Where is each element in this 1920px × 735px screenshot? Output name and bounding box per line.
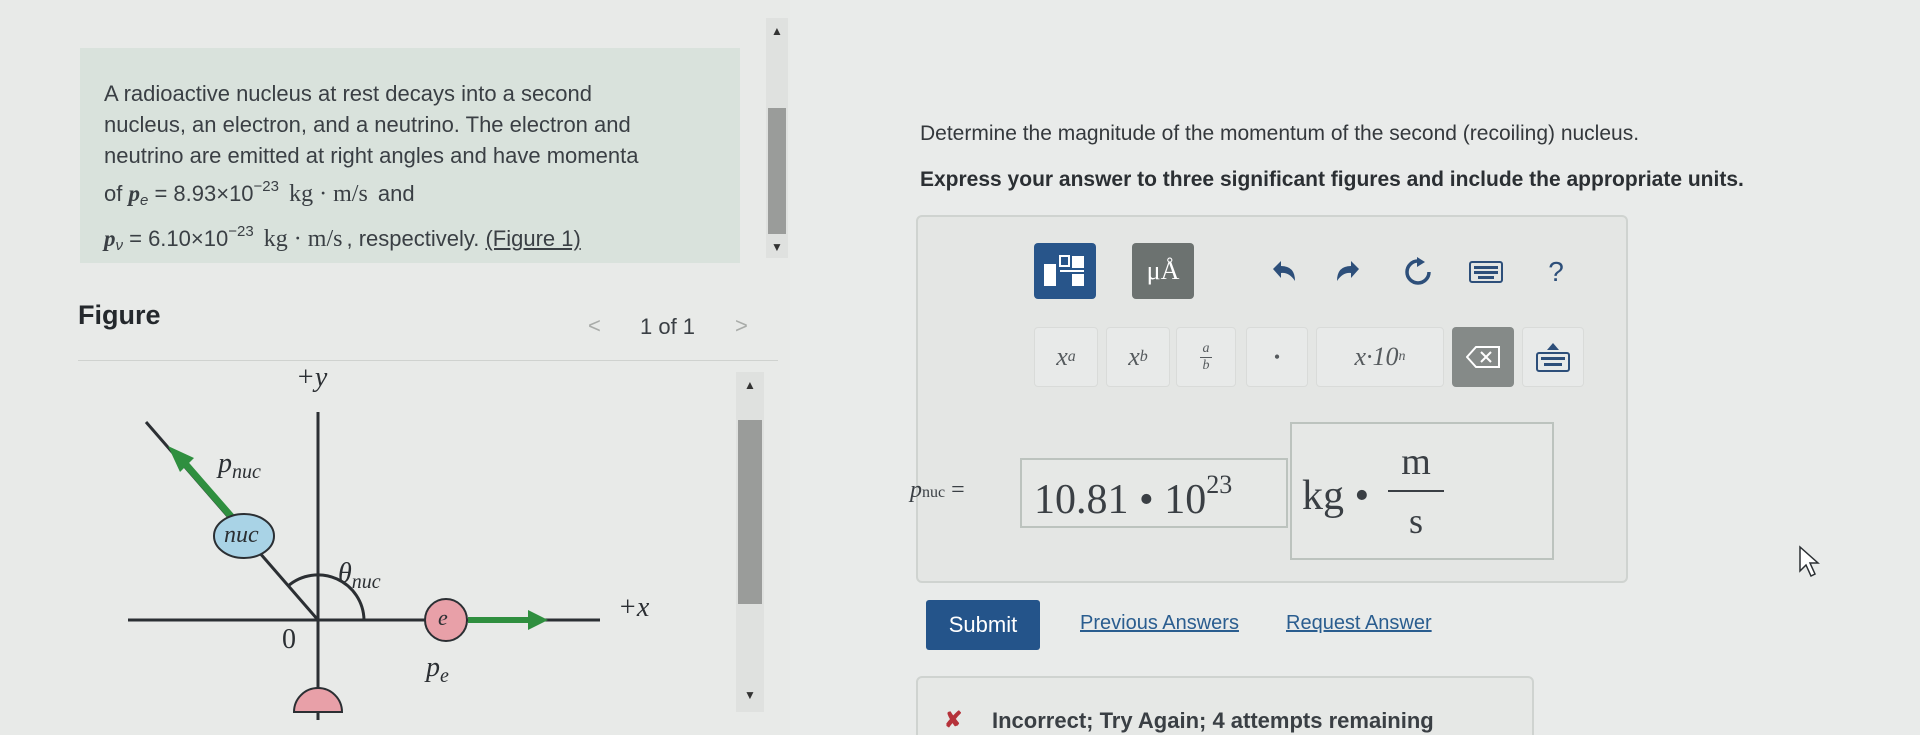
templates-icon	[1044, 255, 1084, 286]
figure-title: Figure	[78, 300, 161, 330]
theta-nuc-label: θnuc	[338, 558, 381, 593]
problem-line-3: neutrino are emitted at right angles and…	[104, 143, 639, 168]
undo-icon[interactable]	[1262, 250, 1306, 294]
help-button[interactable]: ?	[1534, 250, 1578, 294]
answer-variable-label: pnuc =	[910, 477, 965, 503]
plus-y-label: +y	[296, 362, 328, 393]
problem-line-2: nucleus, an electron, and a neutrino. Th…	[104, 112, 631, 137]
superscript-button[interactable]: xa	[1034, 327, 1098, 387]
keyboard-toggle-button[interactable]	[1522, 327, 1584, 387]
problem-scroll-thumb[interactable]	[768, 108, 786, 234]
request-answer-link[interactable]: Request Answer	[1286, 612, 1432, 635]
mouse-cursor-icon	[1799, 545, 1820, 578]
subscript-button[interactable]: xb	[1106, 327, 1170, 387]
scientific-notation-button[interactable]: x·10 n	[1316, 327, 1444, 387]
electron-label: e	[438, 605, 448, 630]
fraction-button[interactable]: ab	[1176, 327, 1236, 387]
origin-label: 0	[282, 624, 296, 655]
p-e-label: pe	[426, 652, 449, 687]
submit-button[interactable]: Submit	[926, 600, 1040, 650]
answer-instruction: Express your answer to three significant…	[920, 168, 1744, 191]
keyboard-toggle-icon	[1536, 343, 1570, 372]
answer-value-input[interactable]: 10.81 • 1023	[1020, 458, 1288, 528]
problem-statement: A radioactive nucleus at rest decays int…	[104, 78, 724, 261]
problem-line-5: pν = 6.10×10−23 kg · m/s, respectively. …	[104, 223, 581, 254]
figure-scroll-up-icon[interactable]: ▲	[744, 378, 756, 392]
plus-x-label: +x	[618, 592, 650, 623]
multiply-dot-button[interactable]: •	[1246, 327, 1308, 387]
figure-next-button[interactable]: >	[735, 313, 748, 339]
p-e-arrowhead	[528, 610, 548, 630]
redo-icon[interactable]	[1326, 250, 1370, 294]
neutrino-circle	[292, 687, 344, 713]
previous-answers-link[interactable]: Previous Answers	[1080, 612, 1239, 635]
x-icon: ✘	[944, 707, 963, 732]
question-prompt: Determine the magnitude of the momentum …	[920, 122, 1640, 145]
pv-symbol: p	[104, 226, 116, 251]
scroll-up-icon[interactable]: ▲	[771, 24, 783, 38]
problem-line-4: of pe = 8.93×10−23 kg · m/s and	[104, 178, 415, 209]
figure-counter: 1 of 1	[640, 314, 696, 339]
scroll-down-icon[interactable]: ▼	[771, 240, 783, 254]
units-button[interactable]: μÅ	[1132, 243, 1194, 299]
keyboard-icon[interactable]	[1464, 250, 1508, 294]
templates-button[interactable]	[1034, 243, 1096, 299]
p-nuc-label: pnuc	[218, 448, 261, 483]
figure-scroll-down-icon[interactable]: ▼	[744, 688, 756, 702]
delete-button[interactable]	[1452, 327, 1514, 387]
backspace-icon	[1466, 346, 1500, 368]
decay-diagram	[128, 412, 600, 720]
nucleus-label: nuc	[224, 522, 259, 548]
figure-link[interactable]: (Figure 1)	[485, 226, 580, 251]
problem-line-1: A radioactive nucleus at rest decays int…	[104, 81, 592, 106]
answer-units-input[interactable]: kg • m s	[1290, 422, 1554, 560]
figure-prev-button[interactable]: <	[588, 313, 601, 339]
figure-scroll-thumb[interactable]	[738, 420, 762, 604]
feedback-status: Incorrect; Try Again; 4 attempts remaini…	[992, 708, 1434, 733]
pe-symbol: p	[128, 181, 140, 206]
reset-icon[interactable]	[1396, 250, 1440, 294]
